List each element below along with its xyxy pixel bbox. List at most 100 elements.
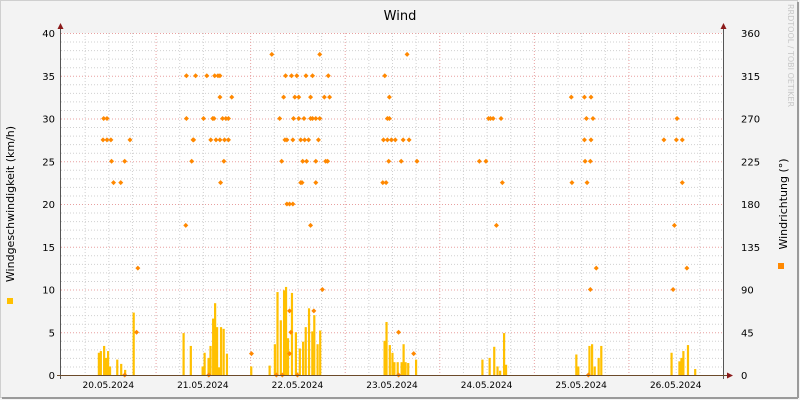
speed-bar <box>600 345 603 375</box>
speed-bar <box>504 364 508 375</box>
speed-bar <box>222 328 225 375</box>
speed-bar <box>414 359 418 375</box>
y-tick-label: 40 <box>42 29 55 40</box>
speed-bar <box>97 352 100 375</box>
speed-bar <box>694 369 697 375</box>
speed-bar <box>319 330 322 375</box>
speed-bar <box>116 359 119 375</box>
speed-bar <box>219 327 223 375</box>
speed-bar <box>481 359 484 375</box>
speed-bar <box>276 292 279 375</box>
y2-tick-label: 135 <box>741 243 760 254</box>
speed-bar <box>313 315 316 375</box>
speed-bar <box>385 321 388 375</box>
speed-bar <box>391 352 394 375</box>
speed-bar <box>284 286 288 375</box>
speed-bar <box>316 344 319 375</box>
speed-bar <box>209 345 212 375</box>
x-tick-label: 22.05.2024 <box>272 381 324 391</box>
wind-chart: 0 5 10 15 20 25 30 35 40 0 45 90 135 180 225 270 315 360 2… <box>0 0 800 400</box>
speed-bar <box>311 331 314 375</box>
speed-bar <box>577 366 580 375</box>
speed-bar <box>680 357 683 375</box>
speed-bar <box>201 366 204 375</box>
speed-bar <box>207 357 210 375</box>
y2-tick-label: 360 <box>741 29 760 40</box>
x-tick-label: 25.05.2024 <box>555 381 607 391</box>
speed-bar <box>105 357 108 375</box>
x-tick-label: 21.05.2024 <box>177 381 229 391</box>
speed-bar <box>593 366 596 375</box>
rrd-graph: 0 5 10 15 20 25 30 35 40 0 45 90 135 180 225 270 315 360 2… <box>0 0 800 400</box>
speed-bar <box>294 332 298 375</box>
speed-bar <box>393 362 396 375</box>
y-tick-label: 15 <box>42 243 55 254</box>
speed-bar <box>99 351 102 375</box>
speed-bar <box>298 348 301 375</box>
speed-bar <box>499 370 502 375</box>
speed-bar <box>182 333 185 375</box>
speed-bar <box>488 357 491 375</box>
y-tick-label: 25 <box>42 157 55 168</box>
y-tick-label: 30 <box>42 115 55 126</box>
y2-tick-label: 45 <box>741 328 754 339</box>
speed-bar <box>108 366 112 375</box>
speed-bar <box>215 327 219 375</box>
speed-bar <box>304 327 307 375</box>
speed-bar <box>307 308 311 375</box>
x-tick-label: 26.05.2024 <box>650 381 702 391</box>
speed-bar <box>404 362 407 375</box>
legend-direction-swatch <box>778 263 784 269</box>
speed-bar <box>203 352 206 375</box>
speed-bar <box>282 290 286 375</box>
y2-tick-label: 180 <box>741 200 760 211</box>
speed-bar <box>217 367 221 375</box>
legend-speed-swatch <box>7 298 13 304</box>
x-tick-label: 23.05.2024 <box>366 381 418 391</box>
x-tick-label: 24.05.2024 <box>461 381 513 391</box>
watermark: RRDTOOL / TOBI OETIKER <box>786 4 795 107</box>
speed-bar <box>496 366 499 375</box>
speed-bar <box>132 312 135 375</box>
speed-bar <box>250 366 253 375</box>
y-tick-label: 5 <box>49 328 55 339</box>
speed-bar <box>268 365 271 375</box>
speed-bar <box>120 363 123 375</box>
speed-bar <box>590 344 594 375</box>
speed-bar <box>212 318 215 375</box>
speed-bar <box>383 340 386 375</box>
speed-bar <box>686 345 690 375</box>
speed-bar <box>400 362 403 375</box>
speed-bar <box>502 333 506 375</box>
y2-axis-label: Windrichtung (°) <box>777 158 790 249</box>
y-axis-label: Windgeschwindigkeit (km/h) <box>4 126 17 282</box>
speed-bar <box>575 354 578 375</box>
y2-tick-label: 90 <box>741 286 754 297</box>
speed-bar <box>597 357 600 375</box>
speed-bar <box>682 351 685 375</box>
speed-bar <box>273 344 276 375</box>
speed-bar <box>214 303 217 375</box>
x-tick-label: 20.05.2024 <box>83 381 135 391</box>
y-tick-label: 0 <box>49 371 55 382</box>
speed-bar <box>302 341 305 375</box>
speed-bar <box>286 338 290 375</box>
speed-bar <box>189 345 192 375</box>
speed-bar <box>106 351 110 375</box>
y-tick-label: 35 <box>42 72 55 83</box>
y2-tick-label: 270 <box>741 115 760 126</box>
speed-bar <box>588 345 591 375</box>
speed-bar <box>225 353 229 375</box>
chart-title: Wind <box>384 9 417 24</box>
y-tick-label: 10 <box>42 286 55 297</box>
speed-bar <box>670 352 673 375</box>
y2-tick-label: 225 <box>741 157 760 168</box>
speed-bar <box>103 345 106 375</box>
y-tick-label: 20 <box>42 200 55 211</box>
speed-bar <box>407 363 410 375</box>
speed-bar <box>493 346 496 375</box>
y2-tick-label: 315 <box>741 72 760 83</box>
speed-bar <box>279 320 282 375</box>
speed-bar <box>678 361 681 375</box>
y2-tick-label: 0 <box>741 371 747 382</box>
